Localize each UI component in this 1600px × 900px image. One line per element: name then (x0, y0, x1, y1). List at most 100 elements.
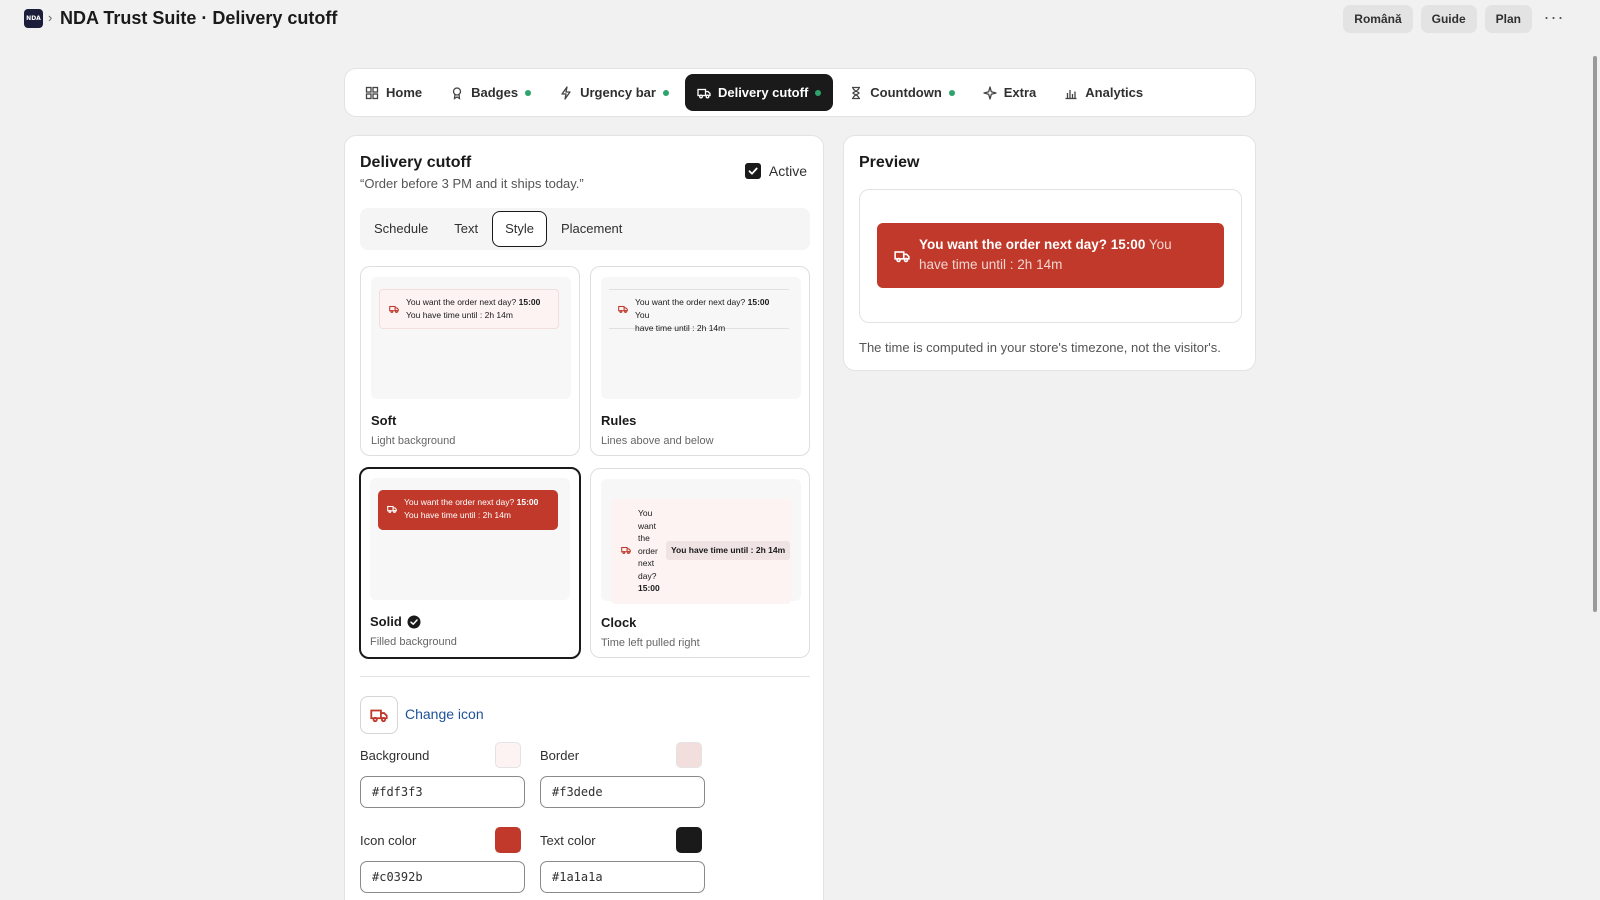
bolt-icon (559, 85, 573, 100)
tab-label: Urgency bar (580, 85, 656, 100)
more-actions-button[interactable]: ··· (1540, 5, 1568, 33)
text-color-input[interactable]: #1a1a1a (540, 861, 705, 893)
style-name: Soft (371, 413, 396, 428)
style-option-soft[interactable]: You want the order next day? 15:00 You h… (360, 266, 580, 456)
sample-time: 15:00 (638, 583, 660, 593)
style-desc: Time left pulled right (601, 637, 700, 649)
truck-icon (389, 305, 399, 313)
style-desc: Lines above and below (601, 435, 714, 447)
page-title: NDA Trust Suite · Delivery cutoff (60, 8, 338, 28)
sample-tail: You have time until : 2h 14m (406, 310, 513, 320)
status-dot (525, 89, 532, 96)
sample-lead: You want the order next day? (404, 497, 515, 507)
badge-icon (450, 86, 464, 100)
sample-lead: You want the order next day? (406, 297, 517, 307)
border-label: Border (540, 748, 580, 763)
tab-label: Delivery cutoff (717, 85, 809, 100)
tab-label: Analytics (1085, 85, 1144, 100)
tab-urgency-bar[interactable]: Urgency bar (547, 74, 681, 111)
sample-banner: You want the order next day? 15:00 You h… (378, 490, 558, 530)
truck-icon (894, 251, 910, 263)
border-color-input[interactable]: #f3dede (540, 776, 705, 808)
style-option-solid[interactable]: You want the order next day? 15:00 You h… (359, 467, 581, 659)
preview-time: 15:00 (1110, 237, 1146, 252)
status-dot (815, 89, 822, 96)
text-color-swatch[interactable] (676, 827, 702, 853)
tab-home[interactable]: Home (353, 74, 434, 111)
preview-frame: You want the order next day? 15:00 You h… (859, 189, 1242, 323)
text-color-label: Text color (540, 833, 596, 848)
preview-title: Preview (859, 154, 920, 171)
sample-banner: You want the order next day? 15:00 You h… (609, 289, 789, 333)
subtab-placement[interactable]: Placement (549, 211, 634, 247)
truck-icon (697, 86, 711, 100)
tab-extra[interactable]: Extra (971, 74, 1049, 111)
truck-icon (621, 546, 631, 554)
timezone-note: The time is computed in your store's tim… (859, 340, 1221, 355)
sample-time: 15:00 (518, 297, 541, 307)
app-logo[interactable]: NDA (24, 9, 43, 28)
style-name-text: Solid (370, 614, 402, 629)
style-name-text: Rules (601, 413, 637, 428)
sample-tail: You have time until : 2h 14m (404, 510, 511, 520)
sample-time: 15:00 (747, 297, 770, 307)
breadcrumb-separator: › (48, 10, 53, 25)
top-actions: Română Guide Plan ··· (1343, 5, 1568, 33)
card-title: Delivery cutoff (360, 154, 472, 171)
app-nav: Home Badges Urgency bar Delivery cutoff … (344, 68, 1256, 117)
delivery-cutoff-card: Delivery cutoff “Order before 3 PM and i… (344, 135, 824, 900)
active-label: Active (768, 163, 807, 179)
subtab-text[interactable]: Text (442, 211, 490, 247)
style-preview: You want the order next day? 15:00 You h… (371, 277, 571, 399)
truck-icon (618, 305, 628, 313)
icon-color-swatch[interactable] (495, 827, 521, 853)
truck-icon (370, 709, 388, 723)
sample-tail-b: have time until : 2h 14m (635, 323, 726, 333)
sparkle-icon (983, 85, 997, 100)
icon-color-label: Icon color (360, 833, 417, 848)
subtab-style[interactable]: Style (492, 211, 547, 247)
settings-subtabs: Schedule Text Style Placement (360, 208, 810, 250)
style-option-rules[interactable]: You want the order next day? 15:00 You h… (590, 266, 810, 456)
background-label: Background (360, 748, 430, 763)
tab-label: Countdown (870, 85, 942, 100)
sample-text: You want the order next day? 15:00 (638, 507, 666, 595)
language-button[interactable]: Română (1343, 5, 1413, 33)
status-dot (662, 89, 669, 96)
style-desc: Filled background (370, 636, 457, 648)
scrollbar-thumb[interactable] (1593, 56, 1597, 612)
tab-countdown[interactable]: Countdown (837, 74, 966, 111)
page-scrollbar[interactable] (1590, 46, 1600, 900)
preview-banner: You want the order next day? 15:00 You h… (877, 223, 1224, 288)
guide-button[interactable]: Guide (1420, 5, 1477, 33)
style-option-clock[interactable]: You want the order next day? 15:00 You h… (590, 468, 810, 658)
top-bar: NDA › NDA Trust Suite · Delivery cutoff … (0, 0, 1600, 46)
style-preview: You want the order next day? 15:00 You h… (601, 277, 801, 399)
style-name-text: Clock (601, 615, 637, 630)
tab-delivery-cutoff[interactable]: Delivery cutoff (684, 74, 834, 111)
tab-label: Badges (471, 85, 519, 100)
plan-button[interactable]: Plan (1484, 5, 1532, 33)
style-name: Solid (370, 614, 421, 629)
tab-badges[interactable]: Badges (438, 74, 543, 111)
icon-color-input[interactable]: #c0392b (360, 861, 525, 893)
divider (360, 676, 810, 677)
style-name: Rules (601, 413, 636, 428)
grid-icon (365, 86, 379, 100)
check-icon (748, 167, 758, 175)
active-toggle[interactable]: Active (744, 163, 807, 179)
background-swatch[interactable] (495, 742, 521, 768)
style-desc: Light background (371, 435, 456, 447)
tab-analytics[interactable]: Analytics (1052, 74, 1155, 111)
active-checkbox[interactable] (744, 163, 761, 179)
border-swatch[interactable] (676, 742, 702, 768)
sample-banner: You want the order next day? 15:00 You h… (611, 499, 791, 604)
preview-card: Preview You want the order next day? 15:… (843, 135, 1256, 371)
subtab-schedule[interactable]: Schedule (362, 211, 440, 247)
change-icon-link[interactable]: Change icon (405, 706, 484, 722)
icon-picker-button[interactable] (360, 696, 398, 734)
style-name: Clock (601, 615, 636, 630)
truck-icon (387, 505, 397, 513)
background-color-input[interactable]: #fdf3f3 (360, 776, 525, 808)
card-subtitle: “Order before 3 PM and it ships today.” (360, 176, 584, 191)
